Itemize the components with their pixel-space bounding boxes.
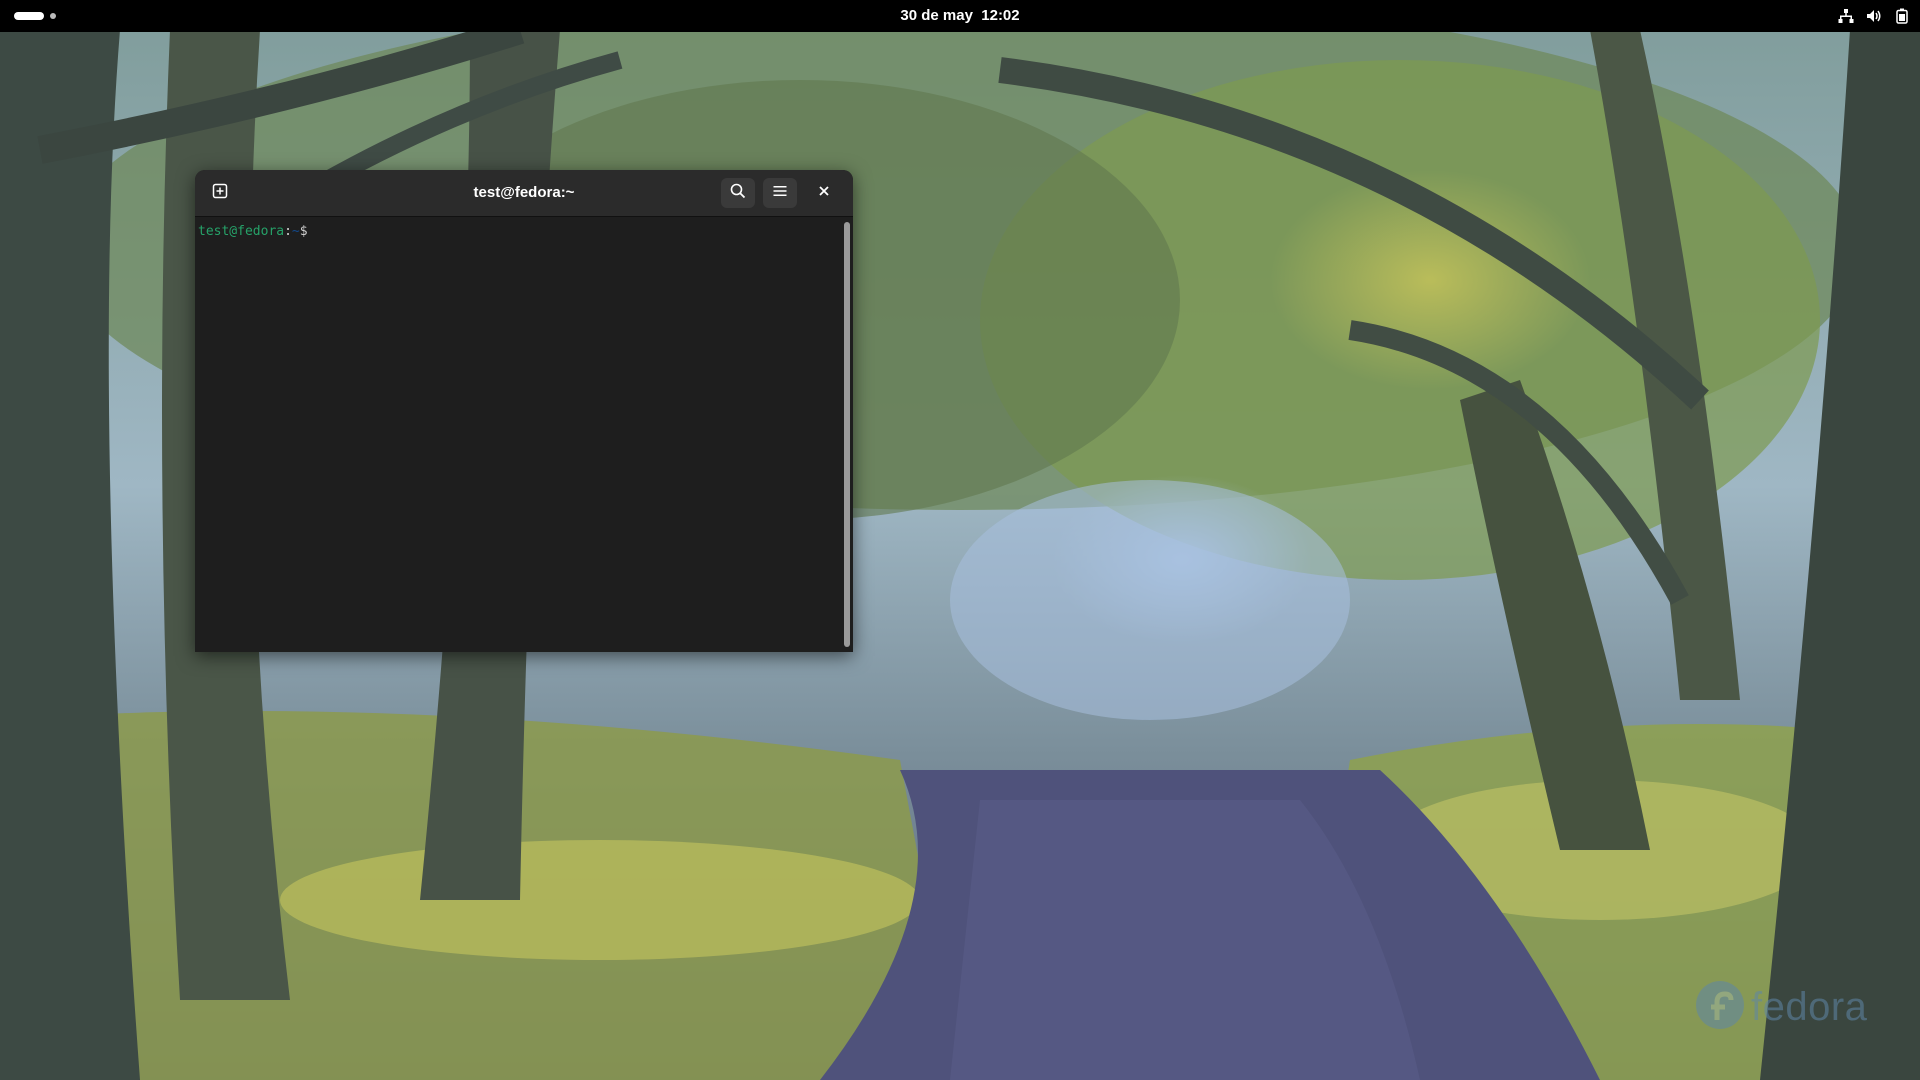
close-icon bbox=[818, 184, 830, 202]
search-button[interactable] bbox=[721, 178, 755, 208]
battery-icon bbox=[1894, 8, 1910, 24]
new-tab-icon bbox=[212, 183, 228, 204]
prompt-user-host: test@fedora bbox=[198, 224, 285, 239]
terminal-content[interactable]: test@fedora:~$ bbox=[195, 217, 841, 652]
search-icon bbox=[730, 183, 746, 204]
workspace-indicator-active bbox=[14, 12, 44, 20]
prompt-path: ~ bbox=[291, 224, 300, 239]
fedora-icon bbox=[1695, 980, 1745, 1035]
system-status-area[interactable] bbox=[1838, 0, 1910, 32]
terminal-window[interactable]: test@fedora:~ test@fedora:~$ bbox=[195, 170, 853, 652]
close-button[interactable] bbox=[807, 178, 841, 208]
top-bar: 30 de may 12:02 bbox=[0, 0, 1920, 32]
clock: 30 de may 12:02 bbox=[0, 0, 1920, 32]
terminal-headerbar[interactable]: test@fedora:~ bbox=[195, 170, 853, 217]
hamburger-menu-icon bbox=[772, 183, 788, 204]
main-menu-button[interactable] bbox=[763, 178, 797, 208]
workspace-indicator bbox=[50, 13, 56, 19]
new-tab-button[interactable] bbox=[203, 178, 237, 208]
activities-button[interactable] bbox=[14, 10, 56, 22]
network-wired-icon bbox=[1838, 8, 1854, 24]
prompt-symbol: $ bbox=[299, 224, 308, 239]
clock-label[interactable]: 30 de may 12:02 bbox=[900, 7, 1019, 24]
desktop[interactable]: 30 de may 12:02 test@fedora:~ test@fedor… bbox=[0, 0, 1920, 1080]
prompt-separator: : bbox=[284, 224, 292, 239]
fedora-logo: fedora bbox=[1695, 980, 1867, 1035]
volume-icon bbox=[1866, 8, 1882, 24]
fedora-wordmark: fedora bbox=[1751, 985, 1868, 1029]
prompt-line: test@fedora:~$ bbox=[198, 224, 308, 239]
terminal-scrollbar[interactable] bbox=[844, 222, 850, 647]
